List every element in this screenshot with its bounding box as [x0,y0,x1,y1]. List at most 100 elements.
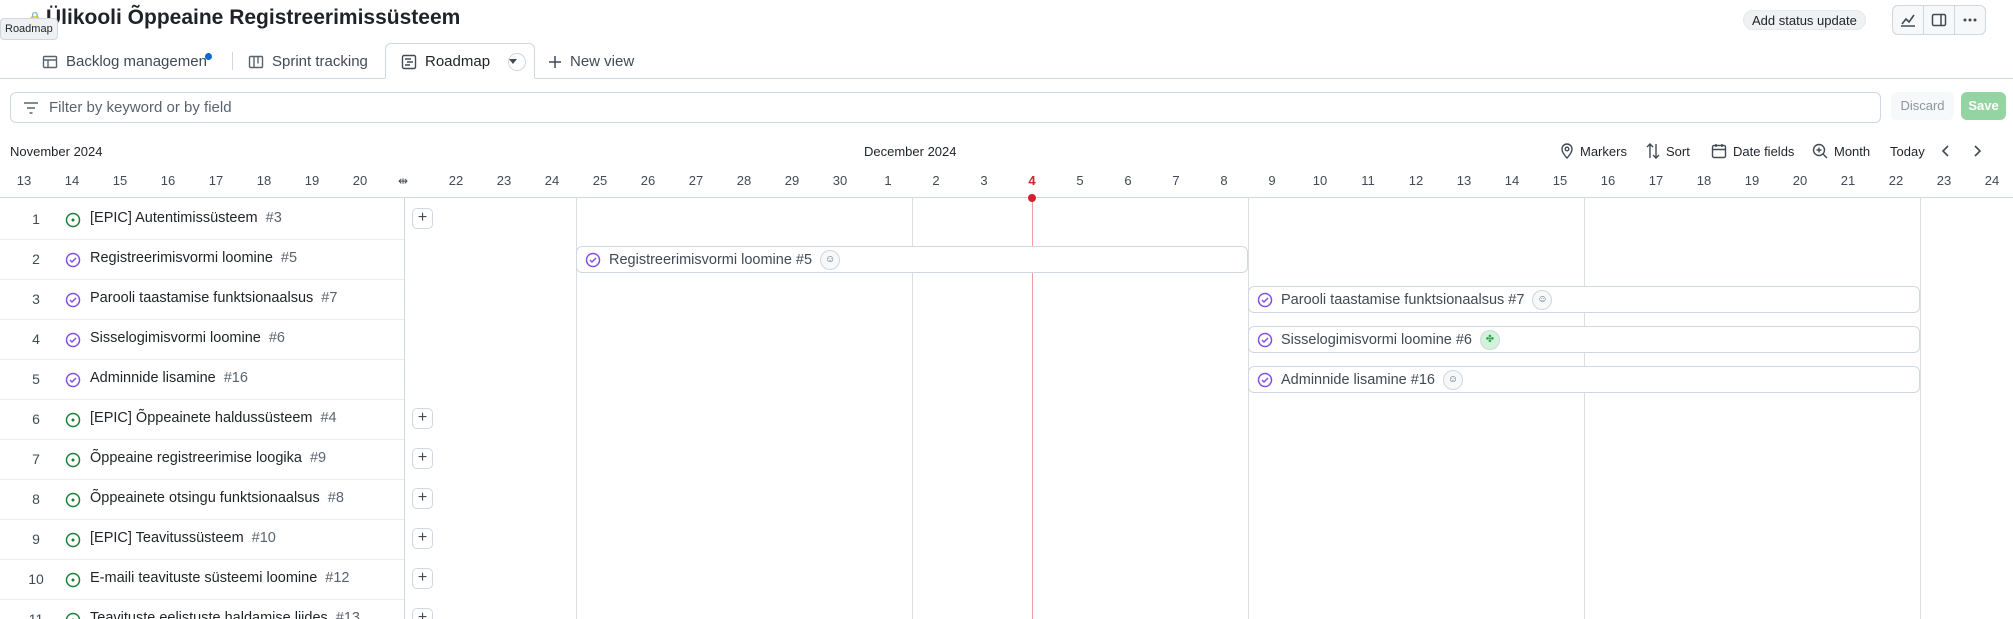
day-today: 4 [1028,173,1036,188]
roadmap-item-bar[interactable]: Registreerimisvormi loomine #5 ☺ [576,246,1248,273]
add-date-button[interactable]: + [412,448,433,469]
day-number: 18 [256,173,272,188]
add-status-update-button[interactable]: Add status update [1743,10,1866,30]
discard-button[interactable]: Discard [1891,92,1954,120]
bar-label: Sisselogimisvormi loomine #6 [1281,331,1472,348]
page-title: Ülikooli Õppeaine Registreerimissüsteem [46,6,461,29]
sort-button[interactable]: Sort [1646,142,1690,160]
add-date-button[interactable]: + [412,528,433,549]
chart-line-icon [1901,14,1915,27]
more-options-button[interactable] [1954,5,1986,35]
row-title-link[interactable]: Teavituste eelistuste haldamise liides #1… [90,610,360,619]
filter-input[interactable]: Filter by keyword or by field [10,92,1881,123]
day-number: 26 [640,173,656,188]
assignee-avatar[interactable]: ☺ [820,249,841,270]
row-number: 2 [32,251,40,267]
next-button[interactable] [1971,142,1989,160]
today-label: Today [1890,143,1925,159]
row-title-link[interactable]: Adminnide lisamine #16 [90,370,248,386]
issue-open-icon [65,532,81,548]
row-number: 11 [28,611,44,619]
filter-icon [24,101,38,114]
day-number: 15 [112,173,128,188]
issue-number: #16 [223,370,248,386]
day-number: 28 [736,173,752,188]
tab-backlog-management[interactable]: Backlog managemen [42,44,212,79]
tab-sprint-tracking[interactable]: Sprint tracking [248,44,368,79]
assignee-avatar[interactable]: ✤ [1480,329,1500,350]
row-divider [0,599,404,600]
today-button[interactable]: Today [1890,142,1925,160]
day-number: 23 [496,173,512,188]
day-number: 16 [160,173,176,188]
day-number: 15 [1552,173,1568,188]
new-view-button[interactable]: New view [548,44,634,79]
day-number: 25 [592,173,608,188]
previous-button[interactable] [1940,142,1958,160]
issue-title: Adminnide lisamine [90,370,216,386]
date-fields-button[interactable]: Date fields [1711,142,1794,160]
markers-button[interactable]: Markers [1560,142,1627,160]
insights-button[interactable] [1892,5,1924,35]
row-divider [0,239,404,240]
issue-closed-icon [65,292,81,308]
row-title-link[interactable]: E-maili teavituste süsteemi loomine #12 [90,570,349,586]
assignee-avatar[interactable]: ☺ [1532,289,1553,310]
row-number: 5 [32,371,40,387]
sidebar-layout-icon [1931,13,1947,27]
triangle-down-icon [509,58,518,64]
tab-label: Backlog managemen [66,53,207,70]
row-title-link[interactable]: [EPIC] Õppeainete haldussüsteem #4 [90,410,337,426]
row-title-link[interactable]: Sisselogimisvormi loomine #6 [90,330,285,346]
save-button[interactable]: Save [1961,92,2006,120]
layout-button[interactable] [1923,5,1955,35]
row-title-link[interactable]: Parooli taastamise funktsionaalsus #7 [90,290,337,306]
issue-open-icon [65,612,81,619]
issue-closed-icon [65,252,81,268]
new-view-label: New view [570,53,635,70]
issue-number: #3 [265,210,282,226]
calendar-icon [1711,144,1727,159]
day-number: 14 [64,173,80,188]
zoom-button[interactable]: Month [1812,142,1870,160]
roadmap-item-bar[interactable]: Parooli taastamise funktsionaalsus #7 ☺ [1248,286,1920,313]
row-title-link[interactable]: Õppeainete otsingu funktsionaalsus #8 [90,490,344,506]
add-date-button[interactable]: + [412,608,433,619]
location-pin-icon [1561,143,1573,159]
day-number: 19 [1744,173,1760,188]
markers-label: Markers [1580,143,1627,159]
tab-roadmap[interactable]: Roadmap [401,44,527,79]
assignee-avatar[interactable]: ☺ [1442,369,1463,390]
month-label: November 2024 [10,144,103,159]
kebab-horizontal-icon [1963,18,1977,22]
day-number: 21 [1840,173,1856,188]
roadmap-item-bar[interactable]: Sisselogimisvormi loomine #6 ✤ [1248,326,1920,353]
row-title-link[interactable]: Õppeaine registreerimise loogika #9 [90,450,326,466]
bar-label: Parooli taastamise funktsionaalsus #7 [1281,291,1525,308]
week-gridline [1248,198,1249,619]
add-date-button[interactable]: + [412,488,433,509]
week-gridline [1584,198,1585,619]
timeline-header-divider [0,197,2013,198]
tab-options-button[interactable] [508,52,527,71]
row-title-link[interactable]: Registreerimisvormi loomine #5 [90,250,297,266]
resize-handle-icon[interactable]: ⇹ [398,174,408,188]
roadmap-icon [401,54,417,69]
add-date-button[interactable]: + [412,408,433,429]
add-date-button[interactable]: + [412,208,433,229]
row-number: 7 [32,451,40,467]
row-number: 10 [28,571,44,587]
day-number: 10 [1312,173,1328,188]
sort-label: Sort [1666,143,1690,159]
row-title-link[interactable]: [EPIC] Teavitussüsteem #10 [90,530,276,546]
tooltip: Roadmap [0,18,58,40]
row-title-link[interactable]: [EPIC] Autentimissüsteem #3 [90,210,282,226]
issue-title: [EPIC] Teavitussüsteem [90,530,244,546]
sidebar-divider [404,198,405,619]
add-date-button[interactable]: + [412,568,433,589]
day-number: 17 [208,173,224,188]
board-icon [248,55,264,68]
unsaved-dot [204,53,212,60]
roadmap-item-bar[interactable]: Adminnide lisamine #16 ☺ [1248,366,1920,393]
day-number: 5 [1076,173,1084,188]
